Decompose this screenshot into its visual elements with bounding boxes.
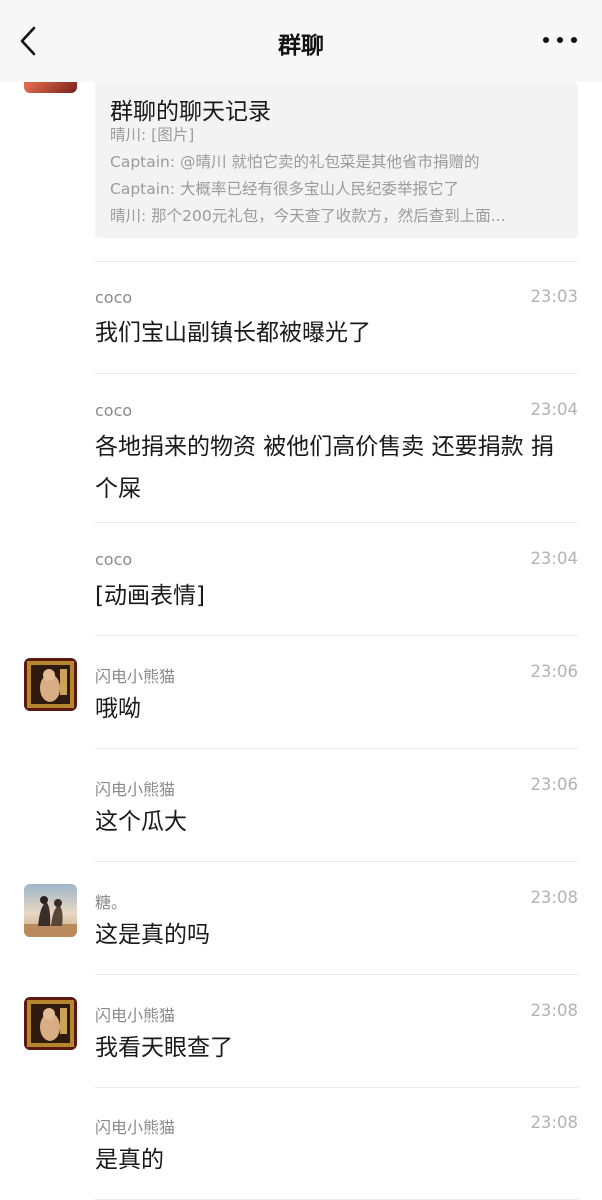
page-title: 群聊: [278, 33, 324, 59]
message-time: 23:08: [530, 1001, 578, 1020]
message-divider: [95, 974, 578, 975]
message-divider: [95, 522, 578, 523]
message-time: 23:08: [530, 888, 578, 907]
painting-avatar-image: [24, 997, 77, 1050]
message-divider: [95, 1087, 578, 1088]
painting-avatar[interactable]: [24, 658, 77, 711]
message-divider: [95, 861, 578, 862]
message-time: 23:03: [530, 287, 578, 306]
photo-avatar-image: [24, 884, 77, 937]
record-card-line: 晴川: [图片]: [110, 126, 195, 144]
message-text[interactable]: 各地捐来的物资 被他们高价售卖 还要捐款 捐个屎: [95, 426, 575, 510]
message-sender: coco: [95, 288, 133, 307]
message-text[interactable]: 我看天眼查了: [95, 1027, 575, 1069]
message-sender: 闪电小熊猫: [95, 780, 176, 799]
message-text[interactable]: [动画表情]: [95, 575, 575, 617]
message-time: 23:08: [530, 1113, 578, 1132]
record-card-line: 晴川: 那个200元礼包，今天查了收款方，然后查到上面...: [110, 207, 506, 225]
message-time: 23:06: [530, 662, 578, 681]
message-divider: [95, 261, 578, 262]
record-card-title: 群聊的聊天记录: [110, 99, 271, 125]
message-time: 23:06: [530, 775, 578, 794]
message-divider: [95, 373, 578, 374]
painting-avatar-image: [24, 658, 77, 711]
message-text[interactable]: 哦呦: [95, 688, 575, 730]
message-sender: 闪电小熊猫: [95, 1006, 176, 1025]
message-text[interactable]: 是真的: [95, 1139, 575, 1181]
record-card-line: Captain: @晴川 就怕它卖的礼包菜是其他省市捐赠的: [110, 153, 480, 171]
message-sender: 糖。: [95, 893, 128, 912]
message-sender: 闪电小熊猫: [95, 1118, 176, 1137]
message-sender: 闪电小熊猫: [95, 667, 176, 686]
message-time: 23:04: [530, 549, 578, 568]
message-sender: coco: [95, 550, 133, 569]
chat-record-card[interactable]: 群聊的聊天记录 晴川: [图片] Captain: @晴川 就怕它卖的礼包菜是其…: [95, 82, 578, 238]
message-text[interactable]: 我们宝山副镇长都被曝光了: [95, 312, 575, 354]
message-divider: [95, 635, 578, 636]
record-card-line: Captain: 大概率已经有很多宝山人民纪委举报它了: [110, 180, 460, 198]
message-sender: coco: [95, 401, 133, 420]
message-text[interactable]: 这个瓜大: [95, 801, 575, 843]
photo-avatar[interactable]: [24, 884, 77, 937]
more-button[interactable]: [540, 30, 580, 50]
message-divider: [95, 748, 578, 749]
message-time: 23:04: [530, 400, 578, 419]
message-text[interactable]: 这是真的吗: [95, 914, 575, 956]
more-dots-icon: [543, 37, 577, 43]
navigation-bar: 群聊: [0, 0, 602, 82]
painting-avatar[interactable]: [24, 997, 77, 1050]
chat-record-list[interactable]: 群聊的聊天记录 晴川: [图片] Captain: @晴川 就怕它卖的礼包菜是其…: [0, 0, 602, 1200]
